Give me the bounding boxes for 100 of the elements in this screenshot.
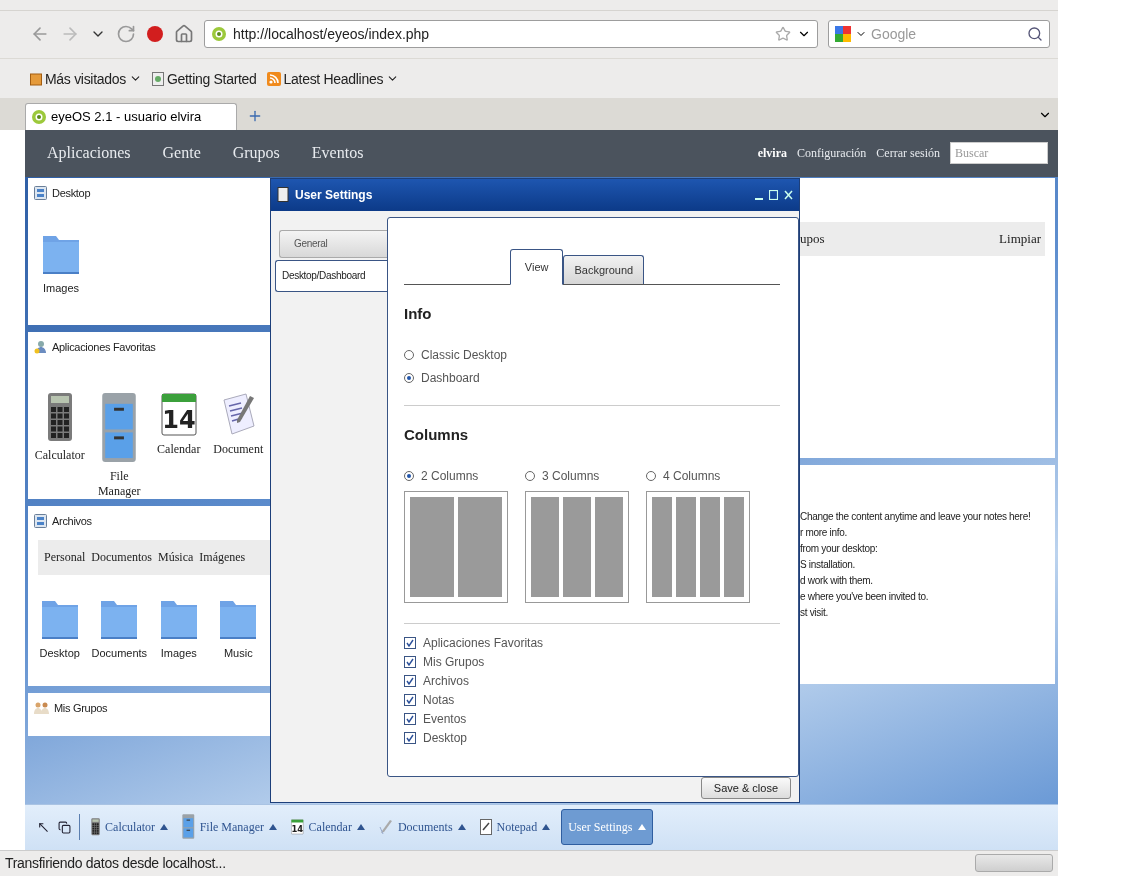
bookmark-link[interactable]: Latest Headlines [266,70,400,87]
drawer-icon [34,185,47,200]
taskbar-item[interactable]: Calculator [88,809,172,845]
bookmark-link[interactable]: Más visitados [30,70,142,87]
checkbox[interactable] [404,674,416,687]
radio-button[interactable] [404,372,414,383]
drawer-icon [34,513,47,528]
home-icon[interactable] [174,24,194,45]
browser-tab[interactable]: eyeOS 2.1 - usuario elvira [25,102,237,130]
document-icon [220,391,257,436]
tab[interactable]: View [509,248,564,285]
arrow-icon[interactable] [37,820,50,834]
item-label: Music [223,646,253,659]
taskbar-item[interactable]: 14 Calendar [288,809,368,845]
column-layout-preview[interactable] [646,490,750,603]
checkbox[interactable] [404,712,416,725]
tab[interactable]: Background [563,254,645,284]
bookmark-star-icon[interactable] [775,26,791,43]
widget-title: Archivos [52,514,92,527]
item-label: Images [42,281,80,294]
search-engine-icon[interactable] [835,26,851,43]
item-label: File Manager [97,468,141,499]
desktop-item[interactable]: Images [32,229,90,294]
file-cabinet-icon [101,391,138,463]
clear-link[interactable]: Limpiar [999,230,1041,247]
desktop-item[interactable]: Documents [91,594,148,659]
note-line: r more info. [800,526,848,538]
save-button[interactable]: Save & close [700,776,791,799]
caret-up-icon [542,824,551,830]
radio-button[interactable] [404,470,414,481]
folder-link[interactable]: Música [158,549,194,565]
settings-tab[interactable]: Desktop/Dashboard [275,259,387,292]
rss-icon [266,71,281,86]
note-line: d work with them. [800,574,874,586]
column-layout-preview[interactable] [404,490,508,603]
note-line: e where you've been invited to. [800,590,930,602]
maximize-icon[interactable] [769,189,778,200]
folder-link[interactable]: Personal [44,549,86,565]
notepad-icon [479,819,492,835]
caret-up-icon [457,824,466,830]
menu-item[interactable]: Eventos [311,144,364,162]
window-title: User Settings [295,187,374,202]
desktop-item[interactable]: Music [210,594,266,659]
checkbox[interactable] [404,731,416,744]
radio-button[interactable] [404,349,414,360]
desktop-item[interactable]: 14 Calendar [151,391,207,499]
desktop-item[interactable]: Images [151,594,207,659]
note-line: st visit. [800,606,829,618]
widget-title: Desktop [52,186,91,199]
search-icon[interactable] [1027,26,1043,43]
taskbar-item[interactable]: Notepad [476,809,554,845]
checkbox-label: Notas [423,692,455,707]
calendar-icon: 14 [291,819,304,835]
checkbox-label: Desktop [423,730,468,745]
item-label: Desktop [39,646,80,659]
menu-item[interactable]: Grupos [232,144,280,162]
menu-item[interactable]: Aplicaciones [47,144,131,162]
user-name: elvira [757,145,787,161]
item-label: Images [160,646,197,659]
desktop-item[interactable]: Document [210,391,266,499]
item-label: Calendar [157,441,201,457]
bookmark-link[interactable]: Getting Started [151,70,257,87]
item-label: Document [213,441,264,457]
folder-link[interactable]: Imágenes [199,549,246,565]
checkbox-label: Aplicaciones Favoritas [423,635,544,650]
page-icon [151,71,164,86]
column-layout-preview[interactable] [525,490,629,603]
section-heading: Info [404,304,433,322]
taskbar-item[interactable]: File Manager [179,809,280,845]
close-icon[interactable] [784,189,793,200]
stop-icon[interactable] [146,25,164,44]
desktop-item[interactable]: Calculator [32,391,88,499]
checkbox[interactable] [404,655,416,668]
item-label: Documents [91,646,148,659]
checkbox[interactable] [404,693,416,706]
note-line: S installation. [800,558,856,570]
section-heading: Columns [404,425,470,443]
person-icon [34,339,47,354]
desktop-item[interactable]: Desktop [32,594,88,659]
note-line: from your desktop: [800,542,879,554]
header-link[interactable]: Cerrar sesión [876,145,940,161]
item-label: Calculator [34,447,85,463]
radio-button[interactable] [646,470,656,481]
radio-label: 4 Columns [663,468,721,483]
windows-icon[interactable] [58,820,71,834]
note-line: Change the content anytime and leave your notes here! [800,510,1032,522]
taskbar-item[interactable]: Documents [375,809,469,845]
folder-icon [30,71,42,86]
checkbox[interactable] [404,636,416,649]
desktop-item[interactable]: File Manager [91,391,147,499]
file-cabinet-icon [182,814,195,840]
radio-button[interactable] [525,470,535,481]
header-link[interactable]: Configuración [797,145,867,161]
menu-item[interactable]: Gente [162,144,201,162]
caret-up-icon [160,824,169,830]
checkbox-label: Archivos [423,673,469,688]
folder-link[interactable]: Documentos [91,549,152,565]
settings-tab[interactable]: General [279,229,387,258]
address-field[interactable]: http://localhost/eyeos/index.php [204,20,818,49]
checkbox-label: Mis Grupos [423,654,485,669]
